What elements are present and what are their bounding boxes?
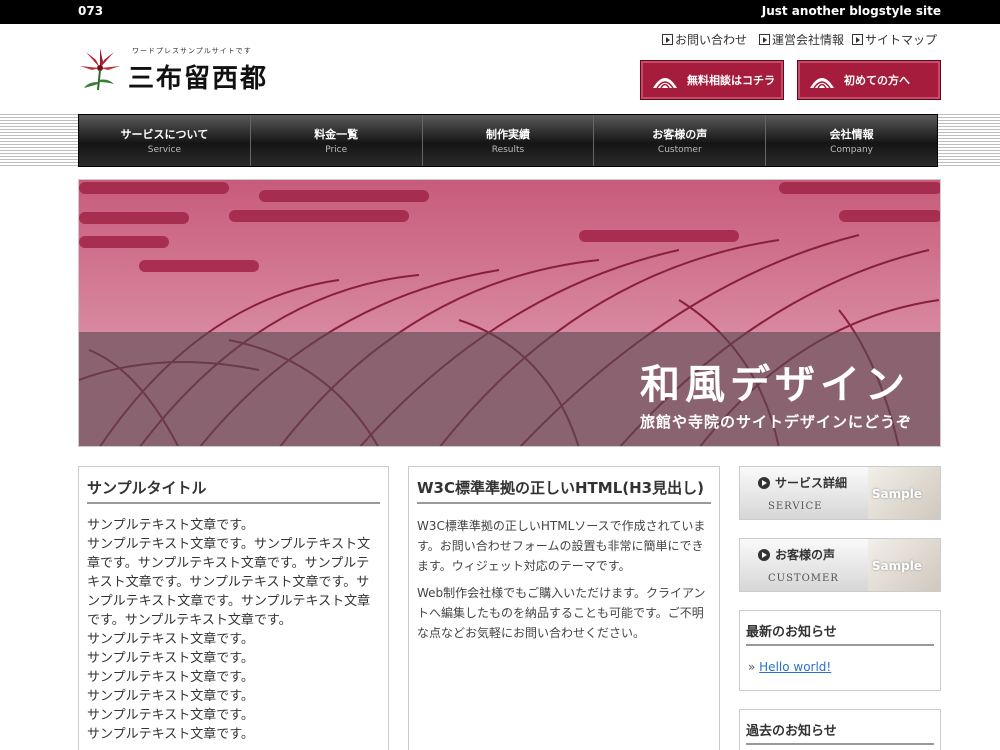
util-link-label: サイトマップ xyxy=(865,32,938,47)
w3c-info-box: W3C標準準拠の正しいHTML(H3見出し) W3C標準準拠の正しいHTMLソー… xyxy=(408,466,720,750)
site-number: 073 xyxy=(78,4,104,18)
global-nav: サービスについて Service 料金一覧 Price 制作実績 Results… xyxy=(78,114,938,167)
box-title: W3C標準準拠の正しいHTML(H3見出し) xyxy=(417,477,711,504)
util-link-contact[interactable]: お問い合わせ xyxy=(662,31,747,47)
logo-subtitle: ワードプレスサンプルサイトです xyxy=(132,47,252,55)
box-title: サンプルタイトル xyxy=(87,477,380,504)
widget-title: 最新のお知らせ xyxy=(746,621,934,646)
nav-label: 料金一覧 xyxy=(314,128,359,141)
nav-item-price[interactable]: 料金一覧 Price xyxy=(251,115,423,166)
banner-title: サービス詳細 xyxy=(775,476,848,490)
nav-item-customer[interactable]: お客様の声 Customer xyxy=(594,115,767,166)
nav-sublabel: Company xyxy=(830,145,873,155)
nav-label: サービスについて xyxy=(120,128,209,141)
free-consult-button[interactable]: 無料相談はコチラ xyxy=(640,60,784,100)
arrow-circle-icon xyxy=(758,548,770,561)
sample-watermark: Sample xyxy=(871,487,922,501)
body-line: サンプルテキスト文章です。サンプルテキスト文章です。サンプルテキスト文章です。サ… xyxy=(87,537,371,628)
past-news-widget: 過去のお知らせ xyxy=(739,709,941,750)
nav-label: お客様の声 xyxy=(652,128,708,141)
customer-voice-banner[interactable]: お客様の声 CUSTOMER Sample xyxy=(739,538,941,592)
nav-sublabel: Customer xyxy=(657,145,702,155)
util-link-sitemap[interactable]: サイトマップ xyxy=(852,31,937,47)
hero-subtitle: 旅館や寺院のサイトデザインにどうぞ xyxy=(639,413,912,431)
cta-label: 無料相談はコチラ xyxy=(687,74,775,87)
nav-item-results[interactable]: 制作実績 Results xyxy=(423,115,595,166)
crest-icon xyxy=(653,78,677,89)
util-link-company[interactable]: 運営会社情報 xyxy=(759,31,844,47)
body-line: サンプルテキスト文章です。 xyxy=(87,518,254,533)
nav-item-company[interactable]: 会社情報 Company xyxy=(766,115,937,166)
sample-text-box: サンプルタイトル サンプルテキスト文章です。 サンプルテキスト文章です。サンプル… xyxy=(78,466,389,750)
nav-sublabel: Price xyxy=(325,145,348,155)
banner-english: CUSTOMER xyxy=(768,573,839,584)
body-line: サンプルテキスト文章です。 xyxy=(87,670,254,685)
hero-title: 和風デザイン xyxy=(640,361,910,408)
news-link[interactable]: Hello world! xyxy=(759,660,831,674)
nav-label: 制作実績 xyxy=(485,128,530,141)
first-visit-button[interactable]: 初めての方へ xyxy=(797,60,941,100)
body-line: サンプルテキスト文章です。 xyxy=(87,689,254,704)
box-body: サンプルテキスト文章です。 サンプルテキスト文章です。サンプルテキスト文章です。… xyxy=(79,504,388,750)
site-tagline: Just another blogstyle site xyxy=(761,4,941,18)
nav-label: 会社情報 xyxy=(829,128,874,141)
service-detail-banner[interactable]: サービス詳細 SERVICE Sample xyxy=(739,466,941,520)
nav-sublabel: Results xyxy=(491,145,525,155)
body-line: サンプルテキスト文章です。 xyxy=(87,727,254,742)
nav-item-service[interactable]: サービスについて Service xyxy=(79,115,251,166)
body-line: サンプルテキスト文章です。 xyxy=(87,632,254,647)
play-square-icon xyxy=(662,33,673,45)
arrow-circle-icon xyxy=(758,476,770,489)
banner-title: お客様の声 xyxy=(775,548,836,562)
play-square-icon xyxy=(759,33,770,45)
util-link-label: お問い合わせ xyxy=(675,32,748,47)
logo-name: 三布留西都 xyxy=(128,64,269,94)
crest-icon xyxy=(810,78,834,89)
lily-flower-icon xyxy=(80,48,120,91)
body-line: サンプルテキスト文章です。 xyxy=(87,651,254,666)
news-item: » Hello world! xyxy=(748,660,832,674)
paragraph: Web制作会社様でもご購入いただけます。クライアントへ編集したものを納品すること… xyxy=(417,586,706,640)
hero-banner: 和風デザイン 旅館や寺院のサイトデザインにどうぞ xyxy=(78,179,941,447)
play-square-icon xyxy=(852,33,863,45)
site-logo[interactable]: ワードプレスサンプルサイトです 三布留西都 xyxy=(76,44,276,94)
widget-title: 過去のお知らせ xyxy=(746,720,934,745)
banner-heading: お客様の声 xyxy=(758,546,835,563)
latest-news-widget: 最新のお知らせ » Hello world! xyxy=(739,610,941,691)
util-link-label: 運営会社情報 xyxy=(772,32,845,47)
cta-label: 初めての方へ xyxy=(844,74,910,87)
top-bar: 073 Just another blogstyle site xyxy=(0,0,1000,24)
nav-sublabel: Service xyxy=(147,145,182,155)
banner-heading: サービス詳細 xyxy=(758,474,847,491)
sample-watermark: Sample xyxy=(871,559,922,573)
box-body: W3C標準準拠の正しいHTMLソースで作成されています。お問い合わせフォームの設… xyxy=(409,504,719,643)
banner-english: SERVICE xyxy=(768,501,823,512)
paragraph: W3C標準準拠の正しいHTMLソースで作成されています。お問い合わせフォームの設… xyxy=(417,519,706,573)
body-line: サンプルテキスト文章です。 xyxy=(87,708,254,723)
